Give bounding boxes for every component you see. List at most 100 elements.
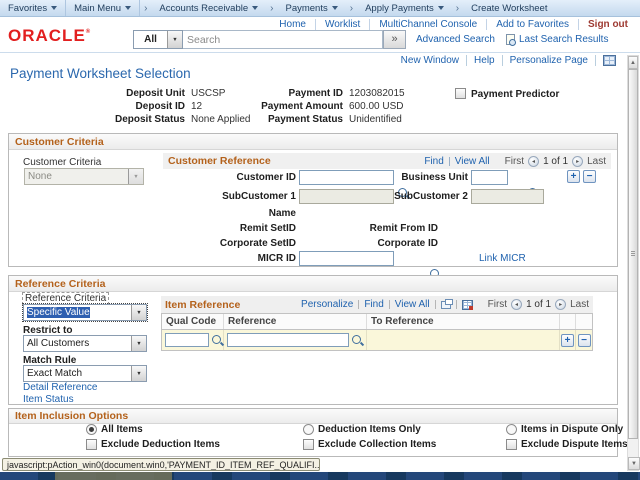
search-scope-select[interactable]: All ▼ bbox=[133, 30, 183, 49]
last-search-results-link[interactable]: Last Search Results bbox=[519, 34, 609, 45]
help-link[interactable]: Help bbox=[467, 55, 503, 66]
all-items-option[interactable]: All Items bbox=[86, 424, 143, 435]
reference-criteria-header: Reference Criteria bbox=[9, 276, 617, 292]
link-separator bbox=[449, 157, 450, 166]
delete-row-button[interactable]: − bbox=[578, 334, 591, 347]
item-inclusion-groupbox: Item Inclusion Options All Items Deducti… bbox=[8, 408, 618, 457]
select-arrow-icon: ▼ bbox=[131, 336, 146, 351]
corporate-id-label: Corporate ID bbox=[308, 238, 438, 249]
item-status-link[interactable]: Item Status bbox=[23, 394, 74, 405]
items-in-dispute-only-radio[interactable] bbox=[506, 424, 517, 435]
reference-criteria-select[interactable]: Specific Value ▼ bbox=[23, 304, 147, 321]
vertical-scrollbar[interactable]: ▲ ▼ bbox=[627, 55, 639, 471]
deduction-items-only-radio[interactable] bbox=[303, 424, 314, 435]
scrollbar-thumb[interactable] bbox=[628, 69, 638, 439]
home-link[interactable]: Home bbox=[270, 19, 316, 30]
deposit-id-label: Deposit ID bbox=[65, 101, 185, 112]
customer-id-lookup-icon[interactable] bbox=[397, 187, 410, 200]
all-items-radio[interactable] bbox=[86, 424, 97, 435]
add-to-favorites-link[interactable]: Add to Favorites bbox=[487, 19, 579, 30]
search-scope-value: All bbox=[144, 34, 157, 45]
exclude-collection-items-checkbox[interactable] bbox=[303, 439, 314, 450]
pager-next-button[interactable]: ▸ bbox=[572, 156, 583, 167]
multichannel-console-link[interactable]: MultiChannel Console bbox=[370, 19, 487, 30]
reference-input[interactable] bbox=[227, 333, 349, 347]
scroll-up-button[interactable]: ▲ bbox=[628, 56, 638, 69]
match-rule-select[interactable]: Exact Match ▼ bbox=[23, 365, 147, 382]
search-go-button[interactable]: » bbox=[383, 30, 406, 49]
worklist-link[interactable]: Worklist bbox=[316, 19, 370, 30]
view-all-link[interactable]: View All bbox=[395, 299, 430, 310]
items-in-dispute-only-option[interactable]: Items in Dispute Only bbox=[506, 424, 623, 435]
reference-criteria-value: Specific Value bbox=[27, 307, 90, 318]
breadcrumb-item-create-worksheet[interactable]: Create Worksheet bbox=[463, 0, 555, 16]
exclude-dispute-items-label: Exclude Dispute Items bbox=[521, 439, 628, 450]
dropdown-arrow-icon bbox=[438, 6, 444, 10]
qual-code-lookup-icon[interactable] bbox=[211, 334, 224, 347]
personalize-page-link[interactable]: Personalize Page bbox=[503, 55, 596, 66]
breadcrumb-item-payments[interactable]: Payments bbox=[277, 0, 345, 16]
customer-criteria-header: Customer Criteria bbox=[9, 134, 617, 150]
breadcrumb-item-apply-payments[interactable]: Apply Payments bbox=[357, 0, 452, 16]
deposit-status-value: None Applied bbox=[191, 114, 251, 125]
delete-column-header bbox=[576, 314, 592, 329]
pager-first-label: First bbox=[488, 299, 507, 310]
pager-next-button[interactable]: ▸ bbox=[555, 299, 566, 310]
exclude-dispute-items-option[interactable]: Exclude Dispute Items bbox=[506, 439, 628, 450]
dropdown-arrow-icon bbox=[332, 6, 338, 10]
sign-out-link[interactable]: Sign out bbox=[579, 19, 628, 30]
link-separator bbox=[456, 300, 457, 309]
reference-lookup-icon[interactable] bbox=[351, 334, 364, 347]
exclude-collection-items-option[interactable]: Exclude Collection Items bbox=[303, 439, 436, 450]
exclude-dispute-items-checkbox[interactable] bbox=[506, 439, 517, 450]
oracle-logo-text: ORACLE bbox=[8, 26, 86, 45]
customer-criteria-title: Customer Criteria bbox=[15, 136, 104, 148]
breadcrumb-item-favorites[interactable]: Favorites bbox=[0, 0, 66, 16]
view-all-link[interactable]: View All bbox=[455, 156, 490, 167]
restrict-to-value: All Customers bbox=[27, 338, 89, 349]
pager-previous-button[interactable]: ◂ bbox=[528, 156, 539, 167]
breadcrumb-item-main-menu[interactable]: Main Menu bbox=[66, 0, 140, 16]
payment-predictor-checkbox[interactable] bbox=[455, 88, 466, 99]
detail-reference-link[interactable]: Detail Reference bbox=[23, 382, 97, 393]
add-row-button[interactable]: + bbox=[567, 170, 580, 183]
page-layout-icon[interactable] bbox=[603, 55, 616, 66]
find-link[interactable]: Find bbox=[424, 156, 443, 167]
add-row-button[interactable]: + bbox=[561, 334, 574, 347]
download-to-excel-icon[interactable] bbox=[462, 300, 473, 310]
customer-id-input[interactable] bbox=[299, 170, 394, 185]
link-micr-link[interactable]: Link MICR bbox=[479, 253, 526, 264]
breadcrumb-item-accounts-receivable[interactable]: Accounts Receivable bbox=[151, 0, 266, 16]
customer-reference-pager: First ◂ 1 of 1 ▸ Last bbox=[505, 156, 606, 167]
header-links: Home Worklist MultiChannel Console Add t… bbox=[270, 19, 628, 30]
pager-previous-button[interactable]: ◂ bbox=[511, 299, 522, 310]
find-link[interactable]: Find bbox=[364, 299, 383, 310]
restrict-to-select[interactable]: All Customers ▼ bbox=[23, 335, 147, 352]
business-unit-input[interactable] bbox=[471, 170, 508, 185]
breadcrumb: Favorites Main Menu › Accounts Receivabl… bbox=[0, 0, 640, 17]
grid-row: + − bbox=[161, 330, 593, 351]
zoom-grid-icon[interactable] bbox=[441, 301, 451, 309]
exclude-deduction-items-option[interactable]: Exclude Deduction Items bbox=[86, 439, 220, 450]
micr-id-input[interactable] bbox=[299, 251, 394, 266]
taskbar-segment bbox=[55, 472, 172, 480]
new-window-link[interactable]: New Window bbox=[394, 55, 467, 66]
advanced-search-link[interactable]: Advanced Search bbox=[416, 34, 495, 45]
deduction-items-only-option[interactable]: Deduction Items Only bbox=[303, 424, 421, 435]
customer-id-label: Customer ID bbox=[166, 172, 296, 183]
deposit-status-label: Deposit Status bbox=[65, 114, 185, 125]
search-input[interactable] bbox=[183, 30, 383, 49]
qual-code-input[interactable] bbox=[165, 333, 209, 347]
customer-reference-links: Find View All bbox=[424, 156, 489, 167]
breadcrumb-separator-icon: › bbox=[452, 3, 463, 14]
breadcrumb-label: Create Worksheet bbox=[471, 3, 547, 14]
status-url-text: javascript:pAction_win0(document.win0,'P… bbox=[7, 460, 320, 470]
match-rule-value: Exact Match bbox=[27, 368, 82, 379]
scroll-down-button[interactable]: ▼ bbox=[628, 457, 640, 470]
personalize-link[interactable]: Personalize bbox=[301, 299, 353, 310]
item-reference-pager: First ◂ 1 of 1 ▸ Last bbox=[488, 299, 589, 310]
search-scope-arrow-icon: ▼ bbox=[167, 31, 182, 48]
exclude-deduction-items-checkbox[interactable] bbox=[86, 439, 97, 450]
delete-row-button[interactable]: − bbox=[583, 170, 596, 183]
oracle-logo: ORACLE® bbox=[8, 26, 91, 46]
